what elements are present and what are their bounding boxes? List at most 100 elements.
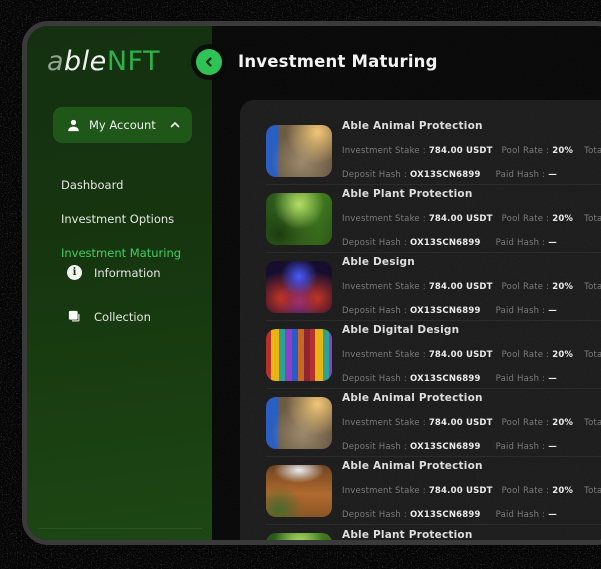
sidebar-item-information[interactable]: i Information [67,265,229,280]
investment-stats: Investment Stake :784.00 USDT Pool Rate … [342,478,601,497]
stake-value: 784.00 USDT [428,146,493,156]
total-payout-stat: Total Payout :995 [584,342,601,361]
investment-title: Able Design [342,256,415,268]
pool-rate-stat: Pool Rate :20% [502,138,574,157]
nft-thumbnail [266,464,332,517]
investment-hashes: Deposit Hash : OX13SCN6899 Paid Hash : — [342,502,601,521]
investment-title: Able Plant Protection [342,528,473,541]
info-icon: i [67,265,82,280]
total-payout-label: Total Payout : [584,282,601,292]
nft-thumbnail [266,396,332,449]
stake-value: 784.00 USDT [428,418,493,428]
pool-rate-stat: Pool Rate :20% [502,342,574,361]
pool-rate-value: 20% [552,146,574,156]
stake-value: 784.00 USDT [428,282,493,292]
pool-rate-label: Pool Rate : [501,350,550,360]
nft-thumbnail [266,533,332,540]
pool-rate-value: 20% [552,214,574,224]
deposit-hash-value: OX13SCN6899 [409,306,481,316]
user-icon [68,119,79,131]
investment-hashes: Deposit Hash : OX13SCN6899 Paid Hash : — [342,434,601,453]
sidebar-item-collection[interactable]: Collection [67,309,151,324]
investment-info: Able Plant Protection Investment Stake :… [342,528,601,541]
pool-rate-stat: Pool Rate :20% [502,206,574,225]
pool-rate-stat: Pool Rate :20% [502,410,574,429]
investment-row[interactable]: Able Animal Protection Investment Stake … [266,457,601,525]
screen: { "logo": { "part1": "a", "part2": "ble"… [0,0,601,569]
investment-info: Able Animal Protection Investment Stake … [342,460,601,521]
investment-hashes: Deposit Hash : OX13SCN6899 Paid Hash : — [342,230,601,249]
deposit-hash-stat: Deposit Hash : OX13SCN6899 [342,162,481,181]
stake-label: Investment Stake : [342,418,426,428]
nft-thumbnail [266,260,332,313]
paid-hash-value: — [548,510,557,520]
collection-icon [68,310,80,322]
pool-rate-value: 20% [552,282,574,292]
nft-thumbnail [266,328,332,381]
investment-row[interactable]: Able Animal Protection Investment Stake … [266,389,601,457]
investment-row[interactable]: Able Digital Design Investment Stake :78… [266,321,601,389]
paid-hash-label: Paid Hash : [495,170,546,180]
stake-stat: Investment Stake :784.00 USDT [342,206,493,225]
total-payout-label: Total Payout : [584,214,601,224]
deposit-hash-value: OX13SCN6899 [409,442,481,452]
sidebar-divider [37,528,202,529]
sidebar-item-investment-options[interactable]: Investment Options [61,212,174,226]
paid-hash-label: Paid Hash : [495,238,546,248]
paid-hash-stat: Paid Hash : — [496,434,557,453]
my-account-menu[interactable]: My Account [53,107,192,143]
deposit-hash-label: Deposit Hash : [342,374,407,384]
stake-label: Investment Stake : [342,486,426,496]
investment-row[interactable]: Able Plant Protection Investment Stake :… [266,185,601,253]
nft-thumbnail [266,124,332,177]
investment-stats: Investment Stake :784.00 USDT Pool Rate … [342,274,601,293]
pool-rate-stat: Pool Rate :20% [502,478,574,497]
investment-title: Able Digital Design [342,324,460,336]
investment-row[interactable]: Able Plant Protection Investment Stake :… [266,525,601,541]
deposit-hash-stat: Deposit Hash : OX13SCN6899 [342,366,481,385]
stake-stat: Investment Stake :784.00 USDT [342,342,493,361]
stake-label: Investment Stake : [342,282,426,292]
paid-hash-value: — [548,306,557,316]
sidebar-item-dashboard[interactable]: Dashboard [61,178,123,192]
deposit-hash-value: OX13SCN6899 [409,510,481,520]
paid-hash-value: — [548,170,557,180]
investment-info: Able Animal Protection Investment Stake … [342,392,601,453]
paid-hash-stat: Paid Hash : — [496,298,557,317]
deposit-hash-label: Deposit Hash : [342,306,407,316]
logo-part-a: a [47,46,65,77]
investment-row[interactable]: Able Design Investment Stake :784.00 USD… [266,253,601,321]
investment-info: Able Design Investment Stake :784.00 USD… [342,256,601,317]
paid-hash-stat: Paid Hash : — [496,366,557,385]
investment-hashes: Deposit Hash : OX13SCN6899 Paid Hash : — [342,298,601,317]
investments-list: Able Animal Protection Investment Stake … [240,100,601,541]
investments-panel: Able Animal Protection Investment Stake … [240,100,601,541]
investment-row[interactable]: Able Animal Protection Investment Stake … [266,117,601,185]
deposit-hash-stat: Deposit Hash : OX13SCN6899 [342,230,481,249]
paid-hash-label: Paid Hash : [495,374,546,384]
deposit-hash-value: OX13SCN6899 [409,170,481,180]
sidebar: ableNFT My Account Dashboard Investment … [27,26,228,540]
sidebar-item-investment-maturing[interactable]: Investment Maturing [61,246,181,260]
total-payout-stat: Total Payout :995 [584,274,601,293]
total-payout-stat: Total Payout :995 [584,478,601,497]
pool-rate-label: Pool Rate : [501,146,550,156]
total-payout-stat: Total Payout :995 [584,206,601,225]
investment-stats: Investment Stake :784.00 USDT Pool Rate … [342,410,601,429]
deposit-hash-value: OX13SCN6899 [409,374,481,384]
pool-rate-label: Pool Rate : [501,418,550,428]
pool-rate-label: Pool Rate : [501,282,550,292]
main-area: Investment Maturing Able Animal Protecti… [196,26,601,540]
investment-stats: Investment Stake :784.00 USDT Pool Rate … [342,138,601,157]
back-button[interactable] [196,49,222,75]
stake-value: 784.00 USDT [428,350,493,360]
pool-rate-value: 20% [552,486,574,496]
investment-hashes: Deposit Hash : OX13SCN6899 Paid Hash : — [342,162,601,181]
paid-hash-label: Paid Hash : [495,442,546,452]
investment-title: Able Animal Protection [342,120,483,132]
information-label: Information [94,265,161,280]
stake-label: Investment Stake : [342,214,426,224]
investment-stats: Investment Stake :784.00 USDT Pool Rate … [342,342,601,361]
paid-hash-label: Paid Hash : [495,510,546,520]
investment-title: Able Plant Protection [342,188,473,200]
